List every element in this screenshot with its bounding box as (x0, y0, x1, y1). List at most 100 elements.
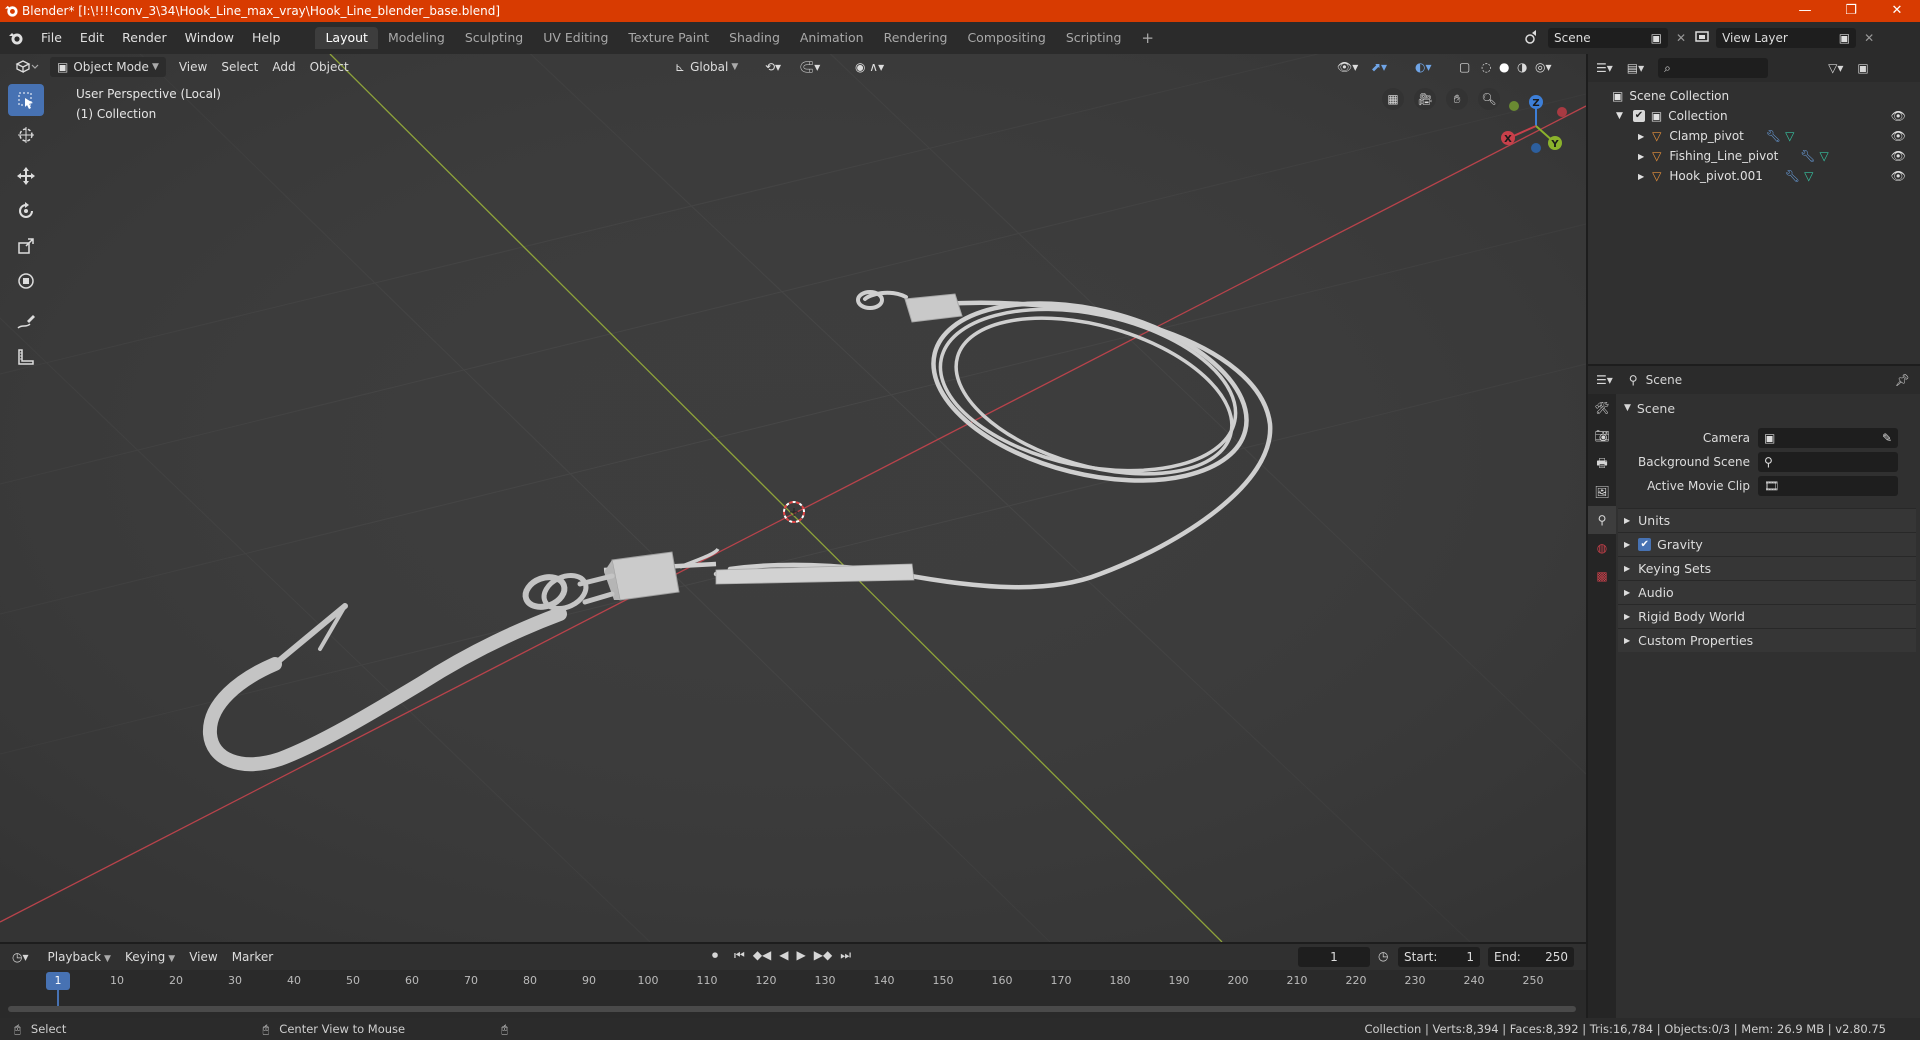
play-reverse-icon[interactable]: ◀ (779, 948, 788, 963)
gizmo-toggle-icon[interactable]: ⬈▾ (1364, 60, 1394, 74)
tab-modeling[interactable]: Modeling (378, 27, 455, 49)
world-properties-tab[interactable]: ◍ (1588, 534, 1616, 562)
collapse-arrow-icon[interactable]: ▼ (1616, 111, 1623, 121)
menu-select[interactable]: Select (214, 60, 265, 74)
move-tool[interactable] (8, 160, 44, 192)
timeline-scrollbar[interactable] (8, 1006, 1576, 1012)
menu-keying[interactable]: Keying ▼ (118, 950, 182, 964)
tab-shading[interactable]: Shading (719, 27, 790, 49)
preview-range-icon[interactable]: ◷ (1378, 949, 1388, 963)
add-workspace-button[interactable]: + (1131, 27, 1164, 49)
menu-view[interactable]: View (172, 60, 214, 74)
mesh-data-icon[interactable]: ▽ (1785, 129, 1794, 143)
visibility-icon[interactable]: 👁︎▾ (1330, 60, 1365, 74)
menu-timeline-view[interactable]: View (182, 950, 224, 964)
modifier-wrench-icon[interactable]: 🔧︎ (1800, 149, 1815, 163)
collection-checkbox[interactable]: ✔ (1632, 110, 1645, 122)
current-frame-field[interactable]: 1 (1298, 947, 1370, 967)
new-collection-icon[interactable]: ▣ (1857, 61, 1868, 75)
eye-icon[interactable]: 👁︎ (1891, 129, 1906, 143)
tab-texture-paint[interactable]: Texture Paint (618, 27, 719, 49)
copy-view-layer-icon[interactable]: ▣ (1839, 31, 1850, 45)
minimize-button[interactable]: — (1782, 0, 1828, 22)
expand-arrow-icon[interactable]: ▶ (1638, 152, 1644, 161)
remove-scene-icon[interactable]: ✕ (1676, 31, 1686, 45)
scale-tool[interactable] (8, 230, 44, 262)
view-layer-field[interactable]: View Layer ▣ (1716, 28, 1857, 48)
copy-scene-icon[interactable]: ▣ (1651, 31, 1662, 45)
transform-tool[interactable] (8, 265, 44, 297)
annotate-tool[interactable] (8, 306, 44, 338)
close-button[interactable]: ✕ (1874, 0, 1920, 22)
pivot-point-icon[interactable]: ⟲▾ (758, 60, 788, 74)
background-scene-field[interactable]: ⚲ (1758, 452, 1898, 472)
render-properties-tab[interactable]: 📷︎ (1588, 422, 1616, 450)
scene-selector-icon[interactable] (1524, 29, 1544, 48)
tab-layout[interactable]: Layout (315, 27, 378, 49)
tab-sculpting[interactable]: Sculpting (455, 27, 533, 49)
menu-marker[interactable]: Marker (225, 950, 280, 964)
units-panel[interactable]: ▶ Units (1618, 508, 1916, 532)
tree-row-object[interactable]: ▶ ▽ Clamp_pivot 🔧︎ ▽ 👁︎ (1588, 126, 1920, 146)
active-movie-clip-field[interactable]: 🎞︎ (1758, 476, 1898, 496)
gravity-panel[interactable]: ▶ ✔ Gravity (1618, 532, 1916, 556)
select-box-tool[interactable] (8, 84, 44, 116)
custom-properties-panel[interactable]: ▶ Custom Properties (1618, 628, 1916, 652)
scene-panel-header[interactable]: ▼ Scene (1618, 396, 1916, 420)
remove-view-layer-icon[interactable]: ✕ (1864, 31, 1874, 45)
texture-properties-tab[interactable]: ▩ (1588, 562, 1616, 590)
outliner-editor-icon[interactable]: ☰▾ (1596, 61, 1613, 75)
clamp-mesh[interactable] (604, 551, 680, 601)
pan-hand-icon[interactable]: ✋︎ (1446, 88, 1468, 110)
menu-help[interactable]: Help (243, 28, 290, 48)
eye-icon[interactable]: 👁︎ (1891, 109, 1906, 123)
end-frame-field[interactable]: End: 250 (1488, 947, 1574, 967)
jump-start-icon[interactable]: ⏮ (734, 948, 745, 963)
snap-icon[interactable]: 🧲︎▾ (792, 60, 827, 74)
viewport-canvas[interactable] (0, 54, 1586, 942)
menu-add[interactable]: Add (265, 60, 302, 74)
measure-tool[interactable] (8, 341, 44, 373)
scene-field[interactable]: Scene ▣ (1548, 28, 1668, 48)
cursor-tool[interactable] (8, 119, 44, 151)
editor-type-icon[interactable] (8, 59, 46, 76)
expand-arrow-icon[interactable]: ▶ (1638, 172, 1644, 181)
timeline-ruler[interactable]: 1 10 20 30 40 50 60 70 80 90 100 110 120 130 140 150 16… (0, 970, 1586, 1018)
tree-row-object[interactable]: ▶ ▽ Fishing_Line_pivot 🔧︎ ▽ 👁︎ (1588, 146, 1920, 166)
eye-icon[interactable]: 👁︎ (1891, 169, 1906, 183)
transform-orientation-dropdown[interactable]: ⊾ Global ▼ (668, 60, 745, 74)
mesh-data-icon[interactable]: ▽ (1820, 149, 1829, 163)
menu-edit[interactable]: Edit (71, 28, 113, 48)
play-icon[interactable]: ▶ (797, 948, 806, 963)
camera-view-icon[interactable]: 🎥︎ (1414, 88, 1436, 110)
tree-row-object[interactable]: ▶ ▽ Hook_pivot.001 🔧︎ ▽ 👁︎ (1588, 166, 1920, 186)
properties-editor-icon[interactable]: ☰▾ (1596, 373, 1613, 387)
eye-icon[interactable]: 👁︎ (1891, 149, 1906, 163)
maximize-button[interactable]: ❐ (1828, 0, 1874, 22)
timeline-editor-icon[interactable]: ◷▾ (12, 950, 29, 964)
proportional-editing-icon[interactable]: ◉ ∧▾ (848, 60, 891, 74)
tree-row-collection[interactable]: ▼ ✔ ▣ Collection 👁︎ (1588, 106, 1920, 126)
keying-sets-panel[interactable]: ▶ Keying Sets (1618, 556, 1916, 580)
eyedropper-icon[interactable]: ✎ (1882, 431, 1892, 445)
mesh-data-icon[interactable]: ▽ (1804, 169, 1813, 183)
audio-panel[interactable]: ▶ Audio (1618, 580, 1916, 604)
output-properties-tab[interactable]: 🖶︎ (1588, 450, 1616, 478)
blender-menu-icon[interactable] (0, 30, 32, 46)
filter-icon[interactable]: ▽▾ (1828, 61, 1843, 75)
tab-rendering[interactable]: Rendering (874, 27, 958, 49)
view-layer-icon[interactable] (1694, 29, 1712, 48)
gravity-checkbox[interactable]: ✔ (1638, 538, 1652, 551)
jump-end-icon[interactable]: ⏭ (840, 948, 851, 963)
rigid-body-world-panel[interactable]: ▶ Rigid Body World (1618, 604, 1916, 628)
rendered-shading-icon[interactable]: ◎▾ (1528, 60, 1559, 74)
modifier-wrench-icon[interactable]: 🔧︎ (1785, 169, 1800, 183)
tab-animation[interactable]: Animation (790, 27, 874, 49)
outliner-search-input[interactable]: ⌕ (1658, 58, 1769, 78)
playhead-frame-indicator[interactable]: 1 (46, 972, 70, 990)
display-mode-icon[interactable]: ▤▾ (1627, 61, 1644, 75)
3d-viewport[interactable] (0, 54, 1586, 942)
neg-x-axis-icon[interactable] (1557, 107, 1567, 117)
pin-icon[interactable]: 📌︎ (1895, 373, 1910, 387)
rotate-tool[interactable] (8, 195, 44, 227)
